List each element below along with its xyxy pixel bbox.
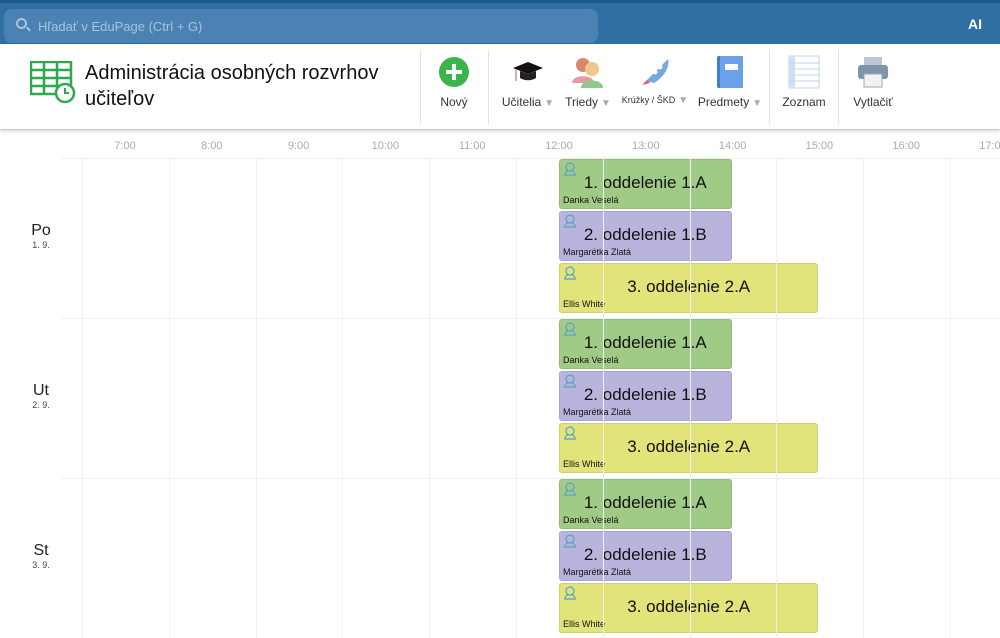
- page-title: Administrácia osobných rozvrhov učiteľov: [85, 62, 379, 110]
- clubs-dropdown[interactable]: Krúžky / ŠKD ▼: [620, 54, 690, 106]
- search-input[interactable]: Hľadať v EduPage (Ctrl + G): [4, 9, 598, 43]
- lesson-teacher: Ellis White: [563, 619, 606, 629]
- hour-gridline: [776, 158, 778, 638]
- day-label: St 3. 9.: [0, 542, 82, 570]
- hour-label: 10:00: [371, 140, 400, 152]
- list-button[interactable]: Zoznam: [778, 54, 830, 109]
- print-button[interactable]: Vytlačiť: [848, 54, 898, 109]
- day-label: Ut 2. 9.: [0, 382, 82, 410]
- new-button[interactable]: Nový: [432, 54, 476, 109]
- rocket-icon: [642, 59, 669, 85]
- search-icon: [16, 18, 27, 29]
- printer-icon: [858, 57, 888, 88]
- subjects-dropdown[interactable]: Predmety ▼: [695, 54, 765, 109]
- lesson-card[interactable]: 2. oddelenie 1.B Margarétka Zlatá: [559, 371, 732, 421]
- hour-gridline: [82, 158, 83, 638]
- lesson-teacher: Margarétka Zlatá: [563, 567, 632, 577]
- timetable-clock-icon: [30, 61, 76, 104]
- lesson-teacher: Danka Veselá: [563, 515, 619, 525]
- row-divider: [62, 318, 1000, 319]
- day-date: 2. 9.: [32, 400, 50, 410]
- plus-circle-icon: [439, 57, 469, 87]
- graduation-cap-icon: [513, 62, 543, 81]
- day-name: St: [33, 542, 49, 559]
- day-name: Ut: [33, 382, 49, 399]
- hour-label: 9:00: [287, 140, 310, 152]
- hour-label: 12:00: [545, 140, 573, 152]
- subjects-label: Predmety: [697, 95, 750, 109]
- classes-label: Triedy: [565, 95, 598, 109]
- classes-dropdown[interactable]: Triedy ▼: [562, 54, 614, 109]
- lesson-title: 1. oddelenie 1.A: [583, 173, 707, 192]
- hour-label: 13:00: [632, 140, 660, 152]
- lesson-teacher: Margarétka Zlatá: [563, 407, 632, 417]
- row-divider: [62, 158, 1000, 159]
- hour-label: 15:00: [805, 140, 834, 152]
- row-divider: [62, 478, 1000, 479]
- print-label: Vytlačiť: [853, 95, 893, 109]
- hour-gridline: [602, 158, 604, 638]
- lesson-card[interactable]: 2. oddelenie 1.B Margarétka Zlatá: [559, 531, 732, 581]
- hour-label: 7:00: [114, 140, 136, 152]
- lesson-teacher: Margarétka Zlatá: [563, 247, 632, 257]
- day-row: St 3. 9. 1. oddelenie 1.A Danka Veselá 2.…: [0, 478, 1000, 638]
- lesson-teacher: Danka Veselá: [563, 195, 619, 205]
- day-date: 3. 9.: [32, 560, 50, 570]
- day-label: Po 1. 9.: [0, 222, 82, 250]
- clubs-label: Krúžky / ŠKD: [621, 95, 676, 105]
- hour-gridline: [863, 158, 865, 638]
- lesson-title: 1. oddelenie 1.A: [583, 333, 707, 352]
- lesson-title: 2. oddelenie 1.B: [583, 225, 707, 244]
- day-name: Po: [31, 222, 51, 239]
- list-icon: [788, 55, 820, 89]
- people-icon: [572, 58, 603, 88]
- lesson-card[interactable]: 1. oddelenie 1.A Danka Veselá: [559, 479, 732, 529]
- hour-label: 8:00: [201, 140, 223, 152]
- lesson-teacher: Danka Veselá: [563, 355, 619, 365]
- day-row: Po 1. 9. 1. oddelenie 1.A Danka Veselá 2.…: [0, 158, 1000, 318]
- hour-label: 11:00: [458, 140, 486, 152]
- lesson-title: 2. oddelenie 1.B: [583, 385, 707, 404]
- book-icon: [717, 56, 743, 88]
- ai-button[interactable]: AI: [968, 16, 982, 32]
- list-label: Zoznam: [782, 95, 826, 109]
- day-date: 1. 9.: [32, 240, 50, 250]
- hour-gridline: [255, 158, 257, 638]
- lesson-card[interactable]: 1. oddelenie 1.A Danka Veselá: [559, 159, 732, 209]
- time-axis: 7:00 8:00 9:00 10:00 11:00 12:00 13:00 14:00 15:…: [0, 140, 1000, 156]
- day-row: Ut 2. 9. 1. oddelenie 1.A Danka Veselá 2.…: [0, 318, 1000, 478]
- hour-gridline: [950, 158, 951, 638]
- hour-label: 17:00: [979, 140, 1000, 152]
- teachers-label: Učitelia: [501, 95, 542, 109]
- hour-gridline: [429, 158, 431, 638]
- search-placeholder: Hľadať v EduPage (Ctrl + G): [38, 19, 203, 34]
- lesson-title: 2. oddelenie 1.B: [583, 545, 707, 564]
- lesson-title: 1. oddelenie 1.A: [583, 493, 707, 512]
- hour-label: 16:00: [892, 140, 920, 152]
- teachers-dropdown[interactable]: Učitelia ▼: [498, 54, 558, 109]
- hour-gridline: [516, 158, 517, 638]
- hour-label: 14:00: [718, 140, 747, 152]
- lesson-teacher: Ellis White: [563, 459, 606, 469]
- hour-gridline: [342, 158, 344, 638]
- new-label: Nový: [440, 95, 468, 109]
- page-header: Administrácia osobných rozvrhov učiteľov…: [0, 44, 1000, 130]
- hour-gridline: [168, 158, 170, 638]
- lesson-card[interactable]: 2. oddelenie 1.B Margarétka Zlatá: [559, 211, 732, 261]
- lesson-teacher: Ellis White: [563, 299, 606, 309]
- lesson-card[interactable]: 1. oddelenie 1.A Danka Veselá: [559, 319, 732, 369]
- top-bar: Hľadať v EduPage (Ctrl + G) AI: [0, 0, 1000, 44]
- hour-gridline: [689, 158, 691, 638]
